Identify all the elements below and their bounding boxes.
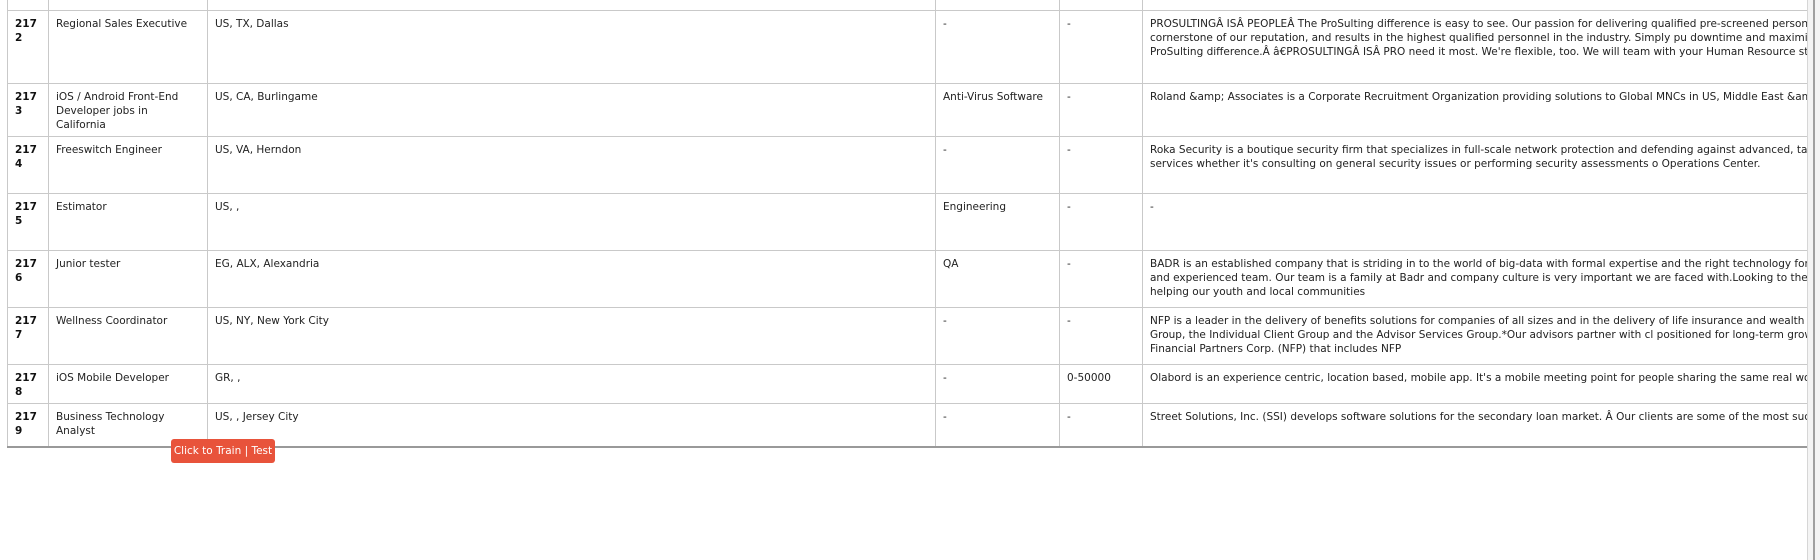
table-row[interactable]: 2178 iOS Mobile Developer GR, , - 0-5000… xyxy=(7,364,1808,404)
table-row[interactable]: 2177 Wellness Coordinator US, NY, New Yo… xyxy=(7,307,1808,365)
job-salary-cell: - xyxy=(1059,193,1143,251)
job-description-cell: Roka Security is a boutique security fir… xyxy=(1142,136,1808,194)
job-salary-cell: - xyxy=(1059,10,1143,84)
job-location-cell: US, , Jersey City xyxy=(207,403,936,448)
job-title-cell: iOS / Android Front-End Developer jobs i… xyxy=(48,83,208,137)
job-description-cell: Roland &amp; Associates is a Corporate R… xyxy=(1142,83,1808,137)
job-id-cell: 2175 xyxy=(7,193,49,251)
job-location-cell: EG, ALX, Alexandria xyxy=(207,250,936,308)
job-department-cell: - xyxy=(935,403,1060,448)
job-id-cell: 2174 xyxy=(7,136,49,194)
job-salary-cell: - xyxy=(1059,307,1143,365)
job-department-cell: - xyxy=(935,307,1060,365)
job-location-cell: US, VA, Herndon xyxy=(207,136,936,194)
job-department-cell: - xyxy=(935,10,1060,84)
job-title-cell: Regional Sales Executive xyxy=(48,10,208,84)
table-row[interactable]: 2179 Business Technology Analyst US, , J… xyxy=(7,403,1808,448)
job-salary-cell: - xyxy=(1059,403,1143,448)
job-description-cell: NFP is a leader in the delivery of benef… xyxy=(1142,307,1808,365)
table-row-partial xyxy=(7,0,1808,11)
scrollbar-track[interactable] xyxy=(1813,0,1815,560)
job-location-cell: US, TX, Dallas xyxy=(207,10,936,84)
page-viewport: 2172 Regional Sales Executive US, TX, Da… xyxy=(0,0,1808,560)
train-test-button[interactable]: Click to Train | Test xyxy=(171,439,275,463)
job-id-cell: 2172 xyxy=(7,10,49,84)
job-location-cell: GR, , xyxy=(207,364,936,404)
job-listings-body: 2172 Regional Sales Executive US, TX, Da… xyxy=(7,0,1808,448)
job-description-cell: Street Solutions, Inc. (SSI) develops so… xyxy=(1142,403,1808,448)
job-title-cell: Estimator xyxy=(48,193,208,251)
table-row[interactable]: 2172 Regional Sales Executive US, TX, Da… xyxy=(7,10,1808,84)
job-salary-cell: 0-50000 xyxy=(1059,364,1143,404)
job-id-cell: 2176 xyxy=(7,250,49,308)
job-location-cell: US, CA, Burlingame xyxy=(207,83,936,137)
job-id-cell: 2178 xyxy=(7,364,49,404)
job-description-cell: Olabord is an experience centric, locati… xyxy=(1142,364,1808,404)
job-description-cell: BADR is an established company that is s… xyxy=(1142,250,1808,308)
table-row[interactable]: 2175 Estimator US, , Engineering - - xyxy=(7,193,1808,251)
table-row[interactable]: 2176 Junior tester EG, ALX, Alexandria Q… xyxy=(7,250,1808,308)
job-department-cell: - xyxy=(935,364,1060,404)
table-row[interactable]: 2173 iOS / Android Front-End Developer j… xyxy=(7,83,1808,137)
job-id-cell: 2179 xyxy=(7,403,49,448)
job-department-cell: Engineering xyxy=(935,193,1060,251)
vertical-scrollbar[interactable] xyxy=(1807,0,1820,560)
job-listings-table-container: 2172 Regional Sales Executive US, TX, Da… xyxy=(7,0,1808,448)
job-listings-table: 2172 Regional Sales Executive US, TX, Da… xyxy=(7,0,1808,448)
job-title-cell: Freeswitch Engineer xyxy=(48,136,208,194)
job-title-cell: Junior tester xyxy=(48,250,208,308)
job-salary-cell: - xyxy=(1059,83,1143,137)
job-location-cell: US, , xyxy=(207,193,936,251)
table-row[interactable]: 2174 Freeswitch Engineer US, VA, Herndon… xyxy=(7,136,1808,194)
job-description-cell: - xyxy=(1142,193,1808,251)
job-id-cell: 2173 xyxy=(7,83,49,137)
job-id-cell: 2177 xyxy=(7,307,49,365)
job-title-cell: iOS Mobile Developer xyxy=(48,364,208,404)
job-department-cell: QA xyxy=(935,250,1060,308)
job-location-cell: US, NY, New York City xyxy=(207,307,936,365)
job-title-cell: Wellness Coordinator xyxy=(48,307,208,365)
job-department-cell: - xyxy=(935,136,1060,194)
job-salary-cell: - xyxy=(1059,136,1143,194)
job-department-cell: Anti-Virus Software xyxy=(935,83,1060,137)
job-description-cell: PROSULTINGÂ ISÂ PEOPLEÂ The ProSulting d… xyxy=(1142,10,1808,84)
job-salary-cell: - xyxy=(1059,250,1143,308)
